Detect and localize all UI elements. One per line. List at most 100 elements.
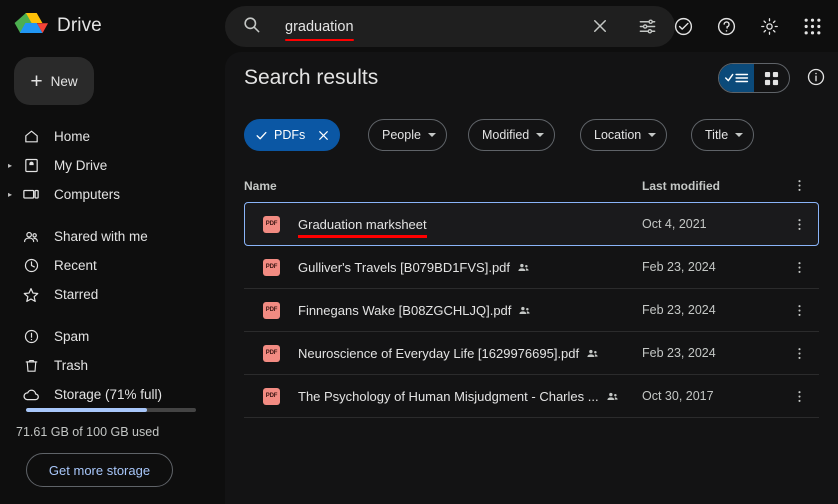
alert-icon	[18, 328, 44, 345]
chevron-right-icon[interactable]: ▸	[2, 161, 18, 170]
plus-icon: +	[30, 69, 43, 93]
sidebar-item-recent[interactable]: Recent	[0, 251, 225, 280]
clear-search-button[interactable]	[591, 17, 609, 40]
search-input-wrapper[interactable]: graduation	[285, 18, 354, 41]
filter-chip-people[interactable]: People	[368, 119, 447, 151]
file-last-modified: Oct 4, 2021	[642, 217, 707, 231]
brand-name: Drive	[57, 15, 102, 36]
info-icon[interactable]	[806, 67, 826, 92]
clock-icon	[18, 257, 44, 274]
sidebar-item-label: Computers	[54, 187, 121, 202]
main-panel: Search results PDFs People Modified Loca…	[225, 52, 838, 504]
shared-icon	[586, 347, 599, 360]
search-icon	[242, 15, 261, 39]
file-name[interactable]: The Psychology of Human Misjudgment - Ch…	[298, 389, 599, 404]
filter-chip-location[interactable]: Location	[580, 119, 668, 151]
file-last-modified: Feb 23, 2024	[642, 346, 716, 360]
file-name[interactable]: Finnegans Wake [B08ZGCHLJQ].pdf	[298, 303, 511, 318]
row-options-button[interactable]	[792, 303, 807, 318]
sidebar-item-label: Home	[54, 129, 91, 144]
sidebar-item-label: Recent	[54, 258, 97, 273]
computer-icon	[18, 186, 44, 204]
table-row[interactable]: PDF Graduation marksheet Oct 4, 2021	[244, 202, 819, 246]
sidebar-item-my-drive[interactable]: ▸ My Drive	[0, 151, 225, 180]
apps-grid-icon[interactable]	[794, 8, 830, 44]
pdf-file-icon: PDF	[263, 258, 280, 276]
drive-box-icon	[18, 157, 44, 174]
new-button-label: New	[50, 73, 78, 89]
star-icon	[18, 286, 44, 304]
list-view-icon[interactable]	[719, 64, 754, 92]
row-options-button[interactable]	[792, 260, 807, 275]
table-options-button[interactable]	[792, 178, 807, 193]
storage-progress-track	[26, 408, 196, 412]
filter-chip-title[interactable]: Title	[691, 119, 755, 151]
shared-icon	[518, 304, 531, 317]
file-last-modified: Feb 23, 2024	[642, 260, 716, 274]
sidebar-item-home[interactable]: Home	[0, 122, 225, 151]
row-options-button[interactable]	[792, 346, 807, 361]
cloud-icon	[18, 385, 44, 404]
table-row[interactable]: PDF Neuroscience of Everyday Life [162997…	[244, 332, 819, 375]
table-row[interactable]: PDF Gulliver's Travels [B079BD1FVS].pdf Fe…	[244, 246, 819, 289]
filter-chip-label: People	[382, 128, 421, 142]
sidebar-item-shared-with-me[interactable]: Shared with me	[0, 222, 225, 251]
file-name[interactable]: Graduation marksheet	[298, 217, 427, 238]
chevron-right-icon[interactable]: ▸	[2, 190, 18, 199]
filter-chips-row: PDFs People Modified Location Title	[244, 119, 838, 153]
filter-chip-label: Modified	[482, 128, 530, 142]
gear-icon[interactable]	[751, 8, 787, 44]
sidebar-item-computers[interactable]: ▸ Computers	[0, 180, 225, 209]
row-options-button[interactable]	[792, 389, 807, 404]
sidebar-item-label: Storage (71% full)	[54, 387, 163, 402]
brand[interactable]: Drive	[0, 11, 225, 41]
sidebar-item-label: Starred	[54, 287, 99, 302]
column-header-last-modified[interactable]: Last modified	[642, 179, 720, 193]
table-row[interactable]: PDF Finnegans Wake [B08ZGCHLJQ].pdf Feb 23…	[244, 289, 819, 332]
top-bar: Drive graduation	[0, 0, 838, 52]
shared-icon	[606, 390, 619, 403]
main-header: Search results	[225, 52, 838, 104]
pdf-file-icon: PDF	[263, 387, 280, 405]
pdf-file-icon: PDF	[263, 344, 280, 362]
search-options-button[interactable]	[638, 17, 657, 41]
sidebar-item-storage[interactable]: Storage (71% full)	[0, 380, 225, 409]
shared-icon	[517, 261, 530, 274]
trash-icon	[18, 357, 44, 374]
file-last-modified: Oct 30, 2017	[642, 389, 714, 403]
sidebar: + New Home ▸ My Drive ▸ Computers Shared…	[0, 52, 225, 504]
results-table: Name Last modified PDF Graduation markshe…	[244, 169, 819, 418]
sidebar-item-label: Trash	[54, 358, 89, 373]
search-input[interactable]: graduation	[285, 18, 354, 36]
chevron-down-icon	[536, 133, 545, 137]
people-icon	[18, 228, 44, 246]
table-row[interactable]: PDF The Psychology of Human Misjudgment -…	[244, 375, 819, 418]
storage-section: 71.61 GB of 100 GB used Get more storage	[0, 408, 225, 487]
chevron-down-icon	[735, 133, 744, 137]
sidebar-item-label: Shared with me	[54, 229, 148, 244]
filter-chip-pdfs[interactable]: PDFs	[244, 119, 341, 151]
column-header-name[interactable]: Name	[244, 179, 277, 193]
filter-chip-label: Title	[705, 128, 729, 142]
grid-view-icon[interactable]	[754, 64, 789, 92]
help-icon[interactable]	[708, 8, 744, 44]
divider-space	[0, 209, 225, 222]
filter-chip-modified[interactable]: Modified	[468, 119, 556, 151]
new-button[interactable]: + New	[14, 57, 94, 105]
check-icon	[255, 129, 268, 142]
remove-filter-icon[interactable]	[317, 129, 330, 142]
sidebar-item-trash[interactable]: Trash	[0, 351, 225, 380]
row-options-button[interactable]	[792, 217, 807, 232]
view-toggle	[718, 63, 790, 93]
get-more-storage-button[interactable]: Get more storage	[26, 453, 173, 487]
home-icon	[18, 128, 44, 145]
divider-space	[0, 309, 225, 322]
sidebar-item-starred[interactable]: Starred	[0, 280, 225, 309]
tasks-icon[interactable]	[665, 8, 701, 44]
file-name[interactable]: Gulliver's Travels [B079BD1FVS].pdf	[298, 260, 510, 275]
sidebar-item-label: Spam	[54, 329, 90, 344]
file-name[interactable]: Neuroscience of Everyday Life [162997669…	[298, 346, 579, 361]
search-bar[interactable]: graduation	[225, 6, 675, 47]
page-title: Search results	[244, 66, 379, 89]
sidebar-item-spam[interactable]: Spam	[0, 322, 225, 351]
